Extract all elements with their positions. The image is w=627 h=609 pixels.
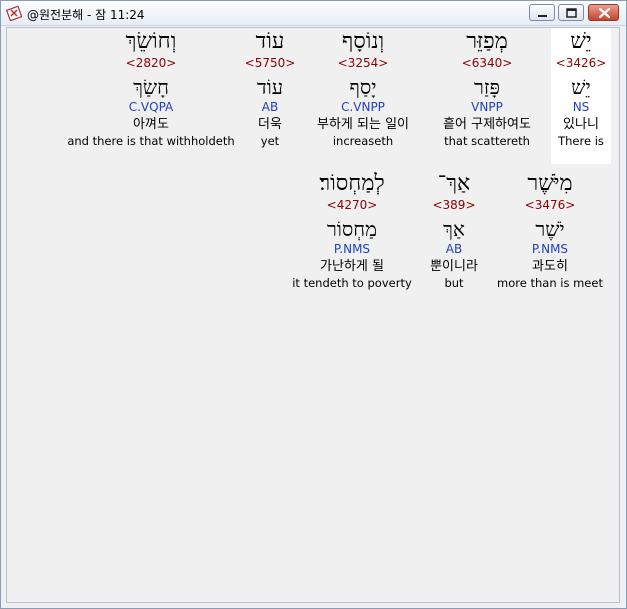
english-gloss: yet — [260, 134, 280, 148]
english-gloss: There is — [558, 134, 604, 148]
window-title: @원전분해 - 잠 11:24 — [27, 8, 145, 22]
parsing-code: NS — [572, 100, 590, 114]
hebrew-lemma: יֵשׁ — [571, 75, 591, 99]
minimize-button[interactable] — [529, 4, 555, 21]
parsing-code: C.VNPP — [341, 100, 385, 114]
word-block[interactable]: וְנוֹסָף <3254> יָסַף C.VNPP 부하게 되는 일이 i… — [302, 28, 424, 149]
parsing-code: AB — [445, 242, 463, 256]
hebrew-word: לְמַחְסוֹר׃ — [319, 171, 385, 196]
app-window: @원전분해 - 잠 11:24 יֵשׁ <3426> יֵשׁ NS 있나니 … — [0, 0, 627, 609]
korean-gloss: 있나니 — [563, 117, 599, 132]
hebrew-word: אַךְ־ — [437, 171, 471, 196]
hebrew-word: עוֹד — [255, 29, 285, 54]
word-block[interactable]: אַךְ־ <389> אַךְ AB 뿐이니라 but — [417, 170, 491, 291]
strong-number[interactable]: <3254> — [302, 56, 424, 71]
strong-number[interactable]: <2820> — [65, 56, 237, 71]
strong-number[interactable]: <3426> — [551, 56, 611, 71]
english-gloss: that scattereth — [444, 134, 530, 148]
english-gloss: increaseth — [332, 134, 394, 148]
hebrew-word: מִיֹּשֶׁר — [527, 171, 573, 196]
bible-cross-icon — [6, 5, 22, 21]
english-gloss: but — [444, 276, 464, 290]
english-gloss: it tendeth to poverty — [292, 276, 412, 290]
korean-gloss: 아껴도 — [133, 117, 169, 132]
hebrew-word: יֵשׁ — [570, 29, 592, 54]
word-block[interactable]: יֵשׁ <3426> יֵשׁ NS 있나니 There is — [551, 28, 611, 164]
strong-number[interactable]: <6340> — [429, 56, 545, 71]
korean-gloss: 더욱 — [258, 117, 282, 132]
minimize-icon — [538, 15, 547, 17]
word-block[interactable]: עוֹד <5750> עוֹד AB 더욱 yet — [241, 28, 299, 149]
parsing-code: C.VQPA — [128, 100, 174, 114]
title-bar[interactable]: @원전분해 - 잠 11:24 — [1, 1, 626, 26]
english-gloss: and there is that withholdeth — [67, 134, 235, 148]
korean-gloss: 가난하게 될 — [320, 259, 384, 274]
close-button[interactable] — [588, 4, 619, 21]
strong-number[interactable]: <389> — [417, 198, 491, 213]
maximize-button[interactable] — [558, 4, 584, 21]
hebrew-word: וְנוֹסָף — [341, 29, 385, 54]
hebrew-lemma: אַךְ — [443, 217, 465, 241]
hebrew-word: מְפַזֵּר — [466, 29, 508, 54]
parsing-code: P.NMS — [333, 242, 371, 256]
hebrew-lemma: יֹשֶׁר — [535, 217, 565, 241]
maximize-icon — [566, 8, 577, 18]
hebrew-lemma: מַחְסוֹר — [326, 217, 377, 241]
close-icon — [598, 7, 611, 19]
hebrew-lemma: פָּזַר — [474, 75, 500, 99]
word-block[interactable]: מְפַזֵּר <6340> פָּזַר VNPP 흩어 구제하여도 tha… — [429, 28, 545, 149]
hebrew-word: וְחוֹשֵׂךְ — [125, 29, 177, 54]
analysis-pane[interactable]: יֵשׁ <3426> יֵשׁ NS 있나니 There is מְפַזֵּ… — [6, 27, 620, 603]
word-block[interactable]: וְחוֹשֵׂךְ <2820> חָשַׂךְ C.VQPA 아껴도 and… — [65, 28, 237, 149]
parsing-code: VNPP — [471, 100, 503, 114]
strong-number[interactable]: <4270> — [291, 198, 413, 213]
korean-gloss: 흩어 구제하여도 — [443, 117, 531, 132]
word-block[interactable]: לְמַחְסוֹר׃ <4270> מַחְסוֹר P.NMS 가난하게 될… — [291, 170, 413, 291]
hebrew-lemma: חָשַׂךְ — [133, 75, 169, 99]
parsing-code: P.NMS — [531, 242, 569, 256]
strong-number[interactable]: <5750> — [241, 56, 299, 71]
english-gloss: more than is meet — [497, 276, 603, 290]
korean-gloss: 부하게 되는 일이 — [317, 117, 409, 132]
parsing-code: AB — [261, 100, 279, 114]
korean-gloss: 뿐이니라 — [430, 259, 478, 274]
word-block[interactable]: מִיֹּשֶׁר <3476> יֹשֶׁר P.NMS 과도히 more t… — [491, 170, 609, 291]
korean-gloss: 과도히 — [532, 259, 568, 274]
strong-number[interactable]: <3476> — [491, 198, 609, 213]
hebrew-lemma: יָסַף — [349, 75, 377, 99]
hebrew-lemma: עוֹד — [256, 75, 284, 99]
